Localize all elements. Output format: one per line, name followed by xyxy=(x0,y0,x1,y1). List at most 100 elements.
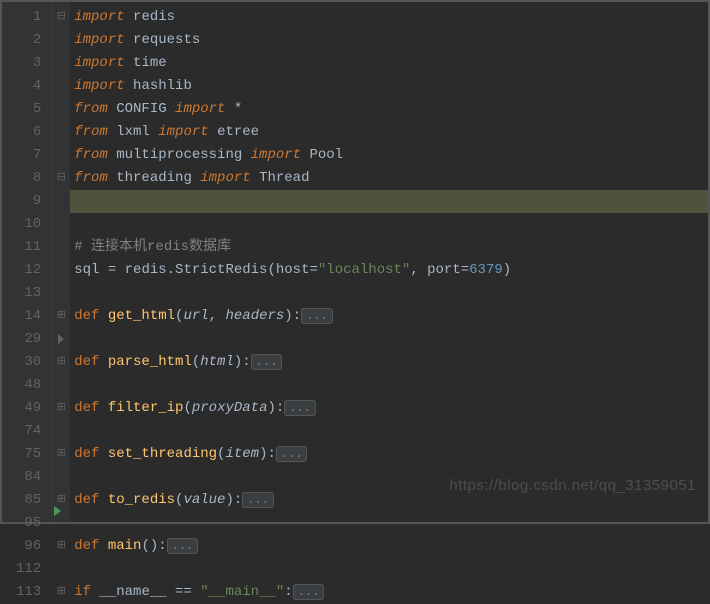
token-op: : xyxy=(242,354,250,370)
token-ident: etree xyxy=(209,124,259,140)
line-number: 84 xyxy=(16,466,41,489)
fold-empty xyxy=(52,52,70,75)
token-ident: time xyxy=(125,55,167,71)
token-paren: ( xyxy=(183,400,191,416)
code-line[interactable]: def filter_ip(proxyData):... xyxy=(74,397,700,420)
code-line[interactable]: # 连接本机redis数据库 xyxy=(74,236,700,259)
line-number: 75 xyxy=(16,443,41,466)
token-kw2: def xyxy=(74,354,108,370)
line-number: 85 xyxy=(16,489,41,512)
code-line[interactable]: def set_threading(item):... xyxy=(74,443,700,466)
token-op: = xyxy=(108,262,116,278)
token-param: item xyxy=(225,446,259,462)
token-op: : xyxy=(284,584,292,600)
current-line-highlight xyxy=(70,190,708,213)
token-ident: requests xyxy=(125,32,201,48)
code-line[interactable]: import hashlib xyxy=(74,75,700,98)
fold-expand-icon[interactable]: ⊞ xyxy=(52,305,70,328)
code-line[interactable]: from multiprocessing import Pool xyxy=(74,144,700,167)
token-kw2: if xyxy=(74,584,91,600)
token-kw: import xyxy=(74,9,124,25)
fold-empty xyxy=(52,282,70,305)
code-line[interactable] xyxy=(74,213,700,236)
line-number: 2 xyxy=(16,29,41,52)
line-number: 9 xyxy=(16,190,41,213)
token-ident: redis.StrictRedis( xyxy=(116,262,276,278)
code-line[interactable]: sql = redis.StrictRedis(host="localhost"… xyxy=(74,259,700,282)
token-op: = xyxy=(309,262,317,278)
token-fn: to_redis xyxy=(108,492,175,508)
fold-empty xyxy=(52,75,70,98)
fold-expand-icon[interactable]: ⊞ xyxy=(52,535,70,558)
code-line[interactable]: def parse_html(html):... xyxy=(74,351,700,374)
code-line[interactable] xyxy=(74,374,700,397)
token-ident: Thread xyxy=(251,170,310,186)
code-line[interactable]: import time xyxy=(74,52,700,75)
token-op: : xyxy=(267,446,275,462)
token-kw: import xyxy=(74,32,124,48)
fold-expand-icon[interactable]: ⊞ xyxy=(52,397,70,420)
caret-icon xyxy=(58,334,64,344)
run-gutter-icon[interactable] xyxy=(54,506,61,516)
token-paren: ) xyxy=(284,308,292,324)
token-ident: * xyxy=(225,101,242,117)
token-collapsed: ... xyxy=(284,400,316,416)
code-line[interactable]: from threading import Thread xyxy=(74,167,700,190)
fold-empty xyxy=(52,259,70,282)
code-line[interactable]: import requests xyxy=(74,29,700,52)
token-ident: Pool xyxy=(301,147,343,163)
fold-collapse-icon[interactable]: ⊟ xyxy=(52,6,70,29)
line-number: 48 xyxy=(16,374,41,397)
fold-expand-icon[interactable]: ⊞ xyxy=(52,443,70,466)
line-number: 3 xyxy=(16,52,41,75)
code-line[interactable]: from CONFIG import * xyxy=(74,98,700,121)
line-number: 14 xyxy=(16,305,41,328)
token-kw: import xyxy=(175,101,225,117)
token-collapsed: ... xyxy=(242,492,274,508)
code-line[interactable]: from lxml import etree xyxy=(74,121,700,144)
fold-expand-icon[interactable]: ⊞ xyxy=(52,581,70,604)
token-fn: filter_ip xyxy=(108,400,184,416)
line-number: 30 xyxy=(16,351,41,374)
token-kw: import xyxy=(158,124,208,140)
fold-collapse-icon[interactable]: ⊟ xyxy=(52,167,70,190)
token-param: url xyxy=(183,308,208,324)
token-ident: threading xyxy=(108,170,200,186)
code-line[interactable] xyxy=(74,420,700,443)
token-num: 6379 xyxy=(469,262,503,278)
token-ident xyxy=(192,584,200,600)
code-line[interactable]: if __name__ == "__main__":... xyxy=(74,581,700,604)
token-ident: redis xyxy=(125,9,175,25)
token-kw: from xyxy=(74,147,108,163)
token-op: , xyxy=(209,308,226,324)
token-kw: from xyxy=(74,124,108,140)
token-kw: from xyxy=(74,101,108,117)
line-number-gutter: 1234567891011121314293048497475848595961… xyxy=(2,2,52,522)
token-param: headers xyxy=(225,308,284,324)
token-kw: import xyxy=(74,78,124,94)
fold-empty xyxy=(52,29,70,52)
code-line[interactable] xyxy=(74,328,700,351)
code-line[interactable] xyxy=(74,558,700,581)
token-ident: host xyxy=(276,262,310,278)
code-line[interactable] xyxy=(74,282,700,305)
token-kw2: def xyxy=(74,446,108,462)
code-area[interactable]: import redisimport requestsimport timeim… xyxy=(70,2,708,522)
code-line[interactable]: def get_html(url, headers):... xyxy=(74,305,700,328)
token-ident: ) xyxy=(503,262,511,278)
line-number: 1 xyxy=(16,6,41,29)
fold-expand-icon[interactable]: ⊞ xyxy=(52,351,70,374)
fold-column[interactable]: ⊟⊟⊞⊞⊞⊞⊞⊞⊞ xyxy=(52,2,70,522)
fold-empty xyxy=(52,213,70,236)
fold-empty xyxy=(52,374,70,397)
code-line[interactable]: import redis xyxy=(74,6,700,29)
fold-empty xyxy=(52,558,70,581)
code-editor[interactable]: 1234567891011121314293048497475848595961… xyxy=(2,2,708,522)
code-line[interactable]: def main():... xyxy=(74,535,700,558)
line-number: 112 xyxy=(16,558,41,581)
token-paren: ) xyxy=(225,492,233,508)
token-str: "__main__" xyxy=(200,584,284,600)
line-number: 10 xyxy=(16,213,41,236)
token-paren: ) xyxy=(234,354,242,370)
token-paren: ) xyxy=(267,400,275,416)
